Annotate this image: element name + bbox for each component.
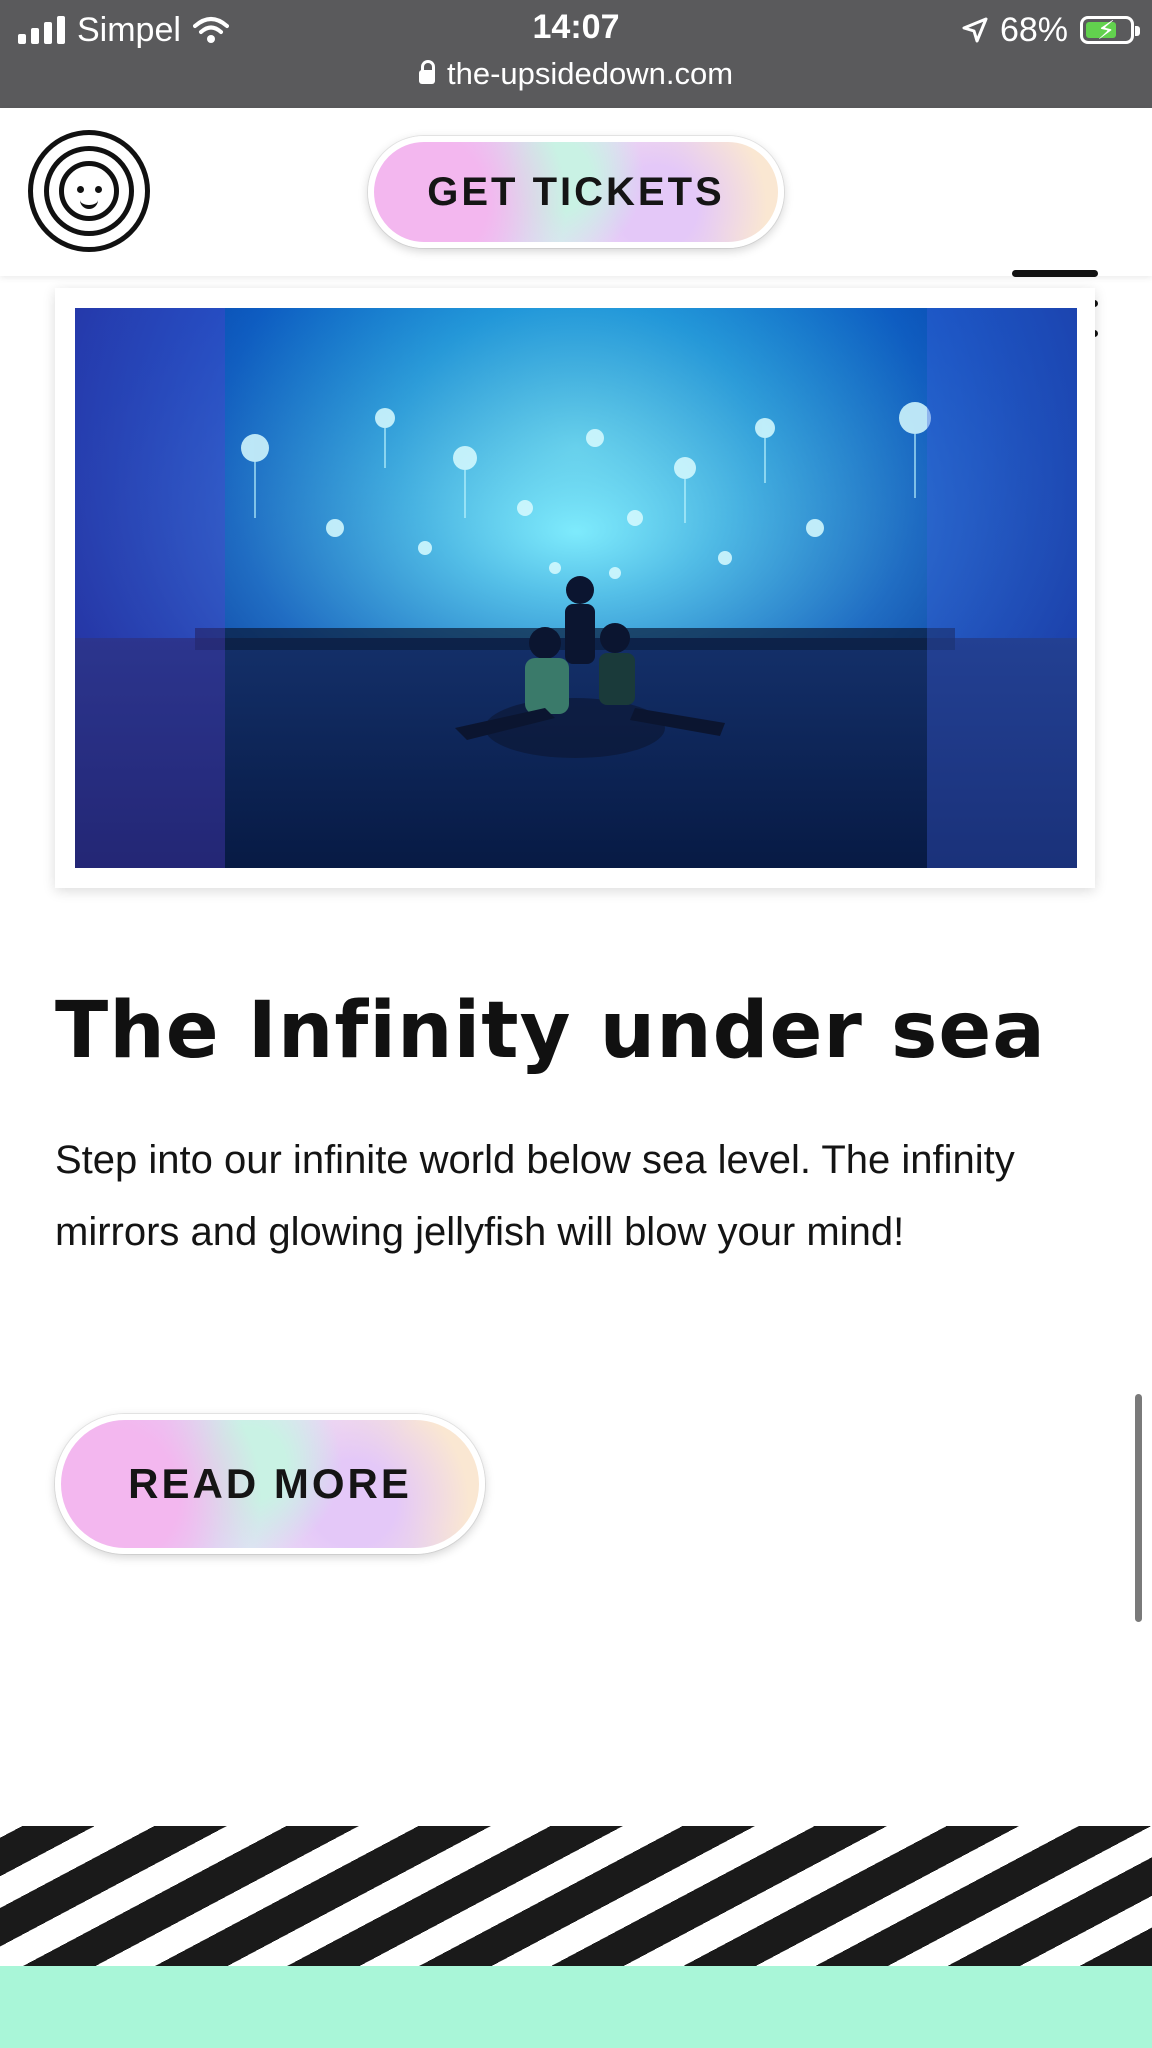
lock-icon bbox=[418, 60, 435, 84]
article-image-card bbox=[55, 288, 1095, 888]
get-tickets-button[interactable]: GET TICKETS bbox=[368, 136, 784, 248]
footer-band bbox=[0, 1966, 1152, 2048]
read-more-button[interactable]: READ MORE bbox=[55, 1414, 485, 1554]
battery-icon: ⚡ bbox=[1080, 15, 1140, 45]
location-arrow-icon bbox=[962, 17, 988, 43]
address-bar[interactable]: the-upsidedown.com bbox=[0, 54, 1152, 94]
battery-percent: 68% bbox=[999, 10, 1068, 49]
article-title: The Infinity under sea bbox=[55, 986, 1046, 1076]
logo[interactable] bbox=[28, 130, 150, 252]
striped-divider bbox=[0, 1826, 1152, 1966]
status-bar: Simpel 14:07 68% ⚡ the-upsidedown.com bbox=[0, 0, 1152, 108]
article-description: Step into our infinite world below sea l… bbox=[55, 1138, 1015, 1254]
url-text: the-upsidedown.com bbox=[446, 56, 734, 91]
page-scrollbar[interactable] bbox=[1135, 1394, 1142, 1622]
status-right: 68% ⚡ bbox=[962, 8, 1140, 52]
article-photo bbox=[75, 308, 1077, 868]
